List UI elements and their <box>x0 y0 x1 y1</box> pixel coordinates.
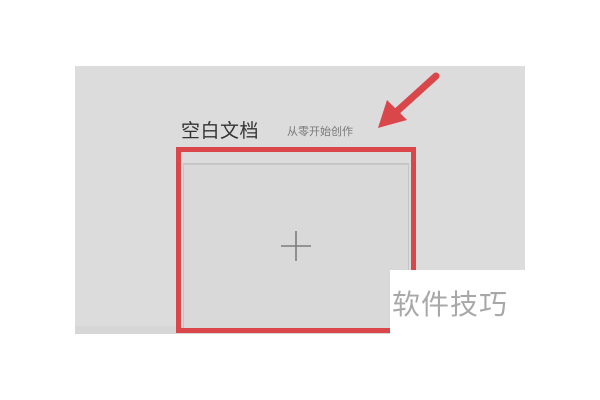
blank-document-title: 空白文档 <box>181 120 260 142</box>
screenshot-stage: 空白文档 从零开始创作 软件技巧 <box>0 0 600 400</box>
blank-document-subtitle: 从零开始创作 <box>287 125 353 138</box>
blank-document-card[interactable] <box>183 163 409 333</box>
watermark-text: 软件技巧 <box>392 288 509 321</box>
card-top-divider <box>184 164 408 165</box>
plus-icon <box>281 231 311 261</box>
